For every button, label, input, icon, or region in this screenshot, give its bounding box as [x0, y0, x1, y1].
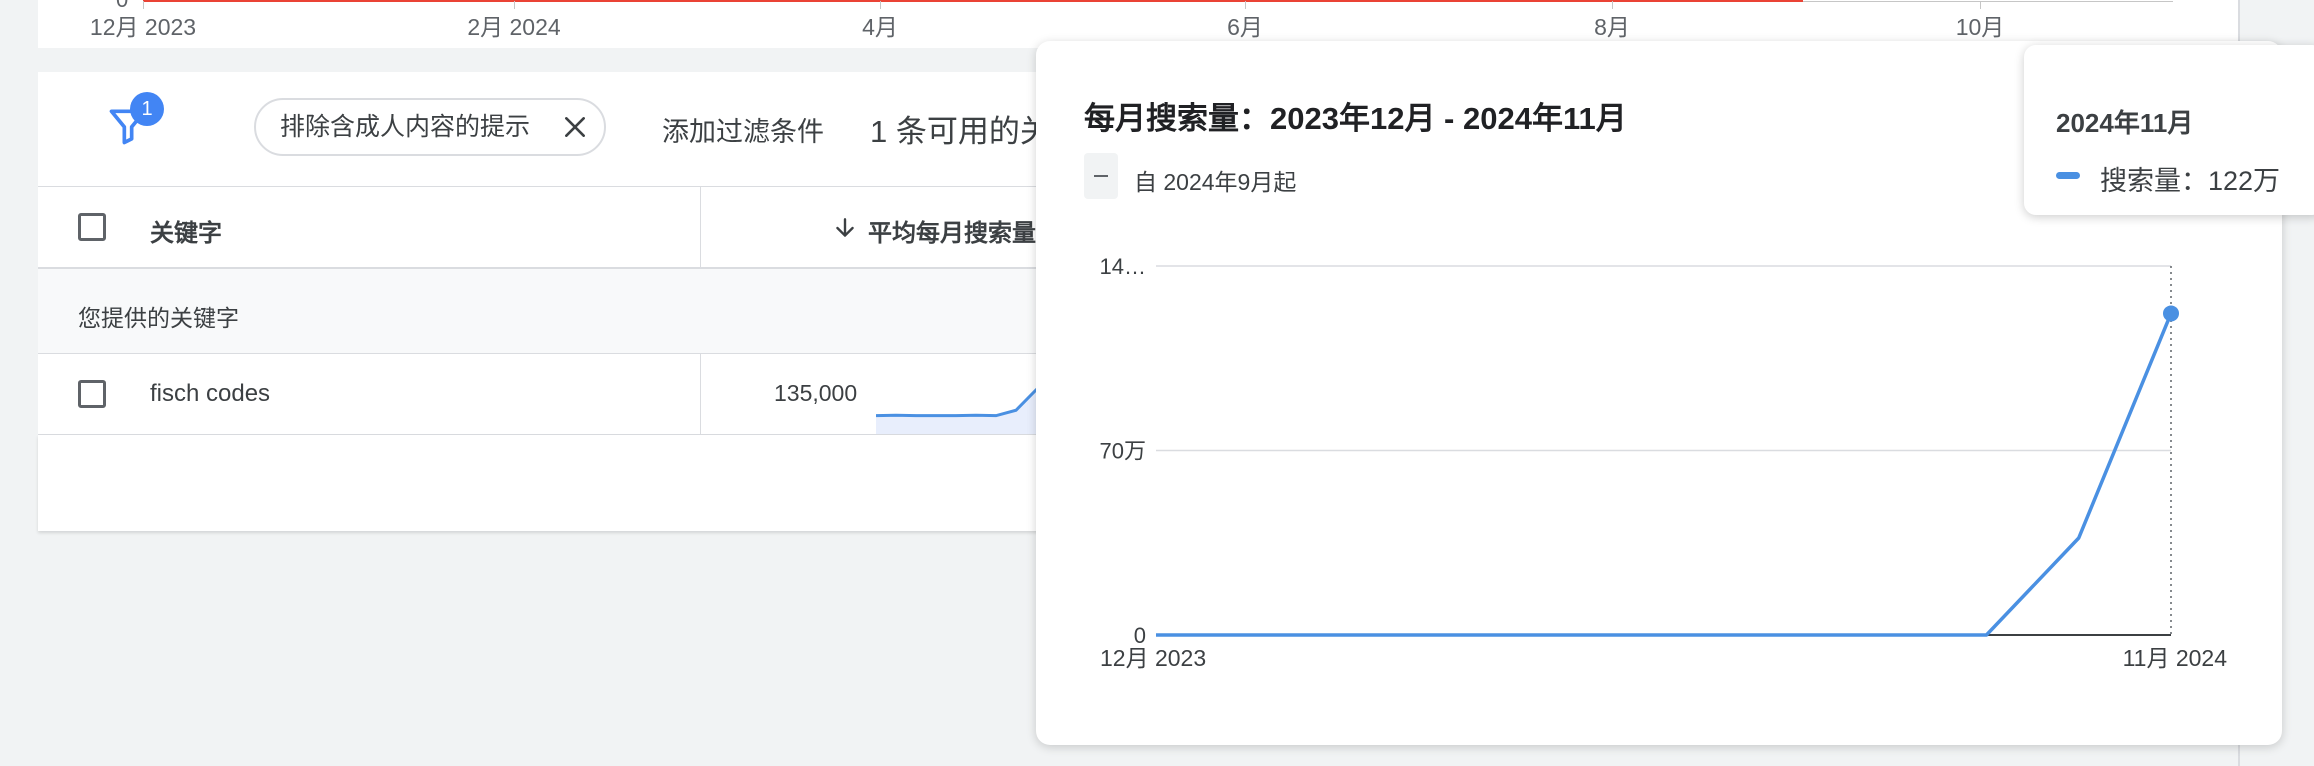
highlight-point [2163, 305, 2179, 322]
top-chart-tick-label: 8月 [1594, 14, 1630, 40]
series-swatch-icon [2056, 172, 2080, 179]
trend-sparkline[interactable] [876, 354, 1056, 434]
close-icon[interactable] [562, 114, 588, 140]
column-divider [700, 187, 701, 267]
top-chart-tick-label: 2月 2024 [467, 14, 561, 40]
top-chart-tick-label: 12月 2023 [89, 14, 197, 40]
select-all-checkbox[interactable] [78, 213, 106, 241]
series-line [1156, 312, 2173, 637]
column-divider [700, 354, 701, 434]
available-keywords-text: 1 条可用的关 [870, 114, 1051, 149]
top-chart-tick-label: 6月 [1227, 14, 1263, 40]
filter-count-badge: 1 [130, 92, 164, 126]
filter-chip-label: 排除含成人内容的提示 [280, 113, 531, 141]
column-header-keyword[interactable]: 关键字 [150, 213, 222, 248]
tooltip-value: 搜索量：122万 [2100, 166, 2281, 196]
tooltip-title: 2024年11月 [2056, 108, 2194, 138]
top-chart-tick-label: 4月 [862, 14, 898, 40]
top-chart-series-line [143, 0, 1803, 2]
arrow-down-icon[interactable] [832, 215, 858, 241]
filter-chip-adult-content[interactable]: 排除含成人内容的提示 [254, 98, 607, 156]
column-header-avg-monthly-searches[interactable]: 平均每月搜索量 [868, 213, 1036, 248]
chart-tooltip: 2024年11月 搜索量：122万 [2024, 45, 2314, 215]
x-tick-label: 11月 2024 [2123, 645, 2228, 671]
sparkline-area [876, 372, 1056, 434]
keyword-cell: fisch codes [150, 380, 271, 407]
avg-volume-cell: 135,000 [774, 380, 858, 406]
section-label: 您提供的关键字 [78, 305, 239, 331]
x-tick-label: 12月 2023 [1100, 645, 1206, 671]
top-chart-tick-label: 10月 [1955, 14, 2005, 40]
y-tick-label: 70万 [1100, 439, 1146, 464]
add-filter-button[interactable]: 添加过滤条件 [662, 110, 824, 149]
y-tick-label: 14… [1100, 254, 1146, 279]
row-checkbox[interactable] [78, 380, 106, 408]
